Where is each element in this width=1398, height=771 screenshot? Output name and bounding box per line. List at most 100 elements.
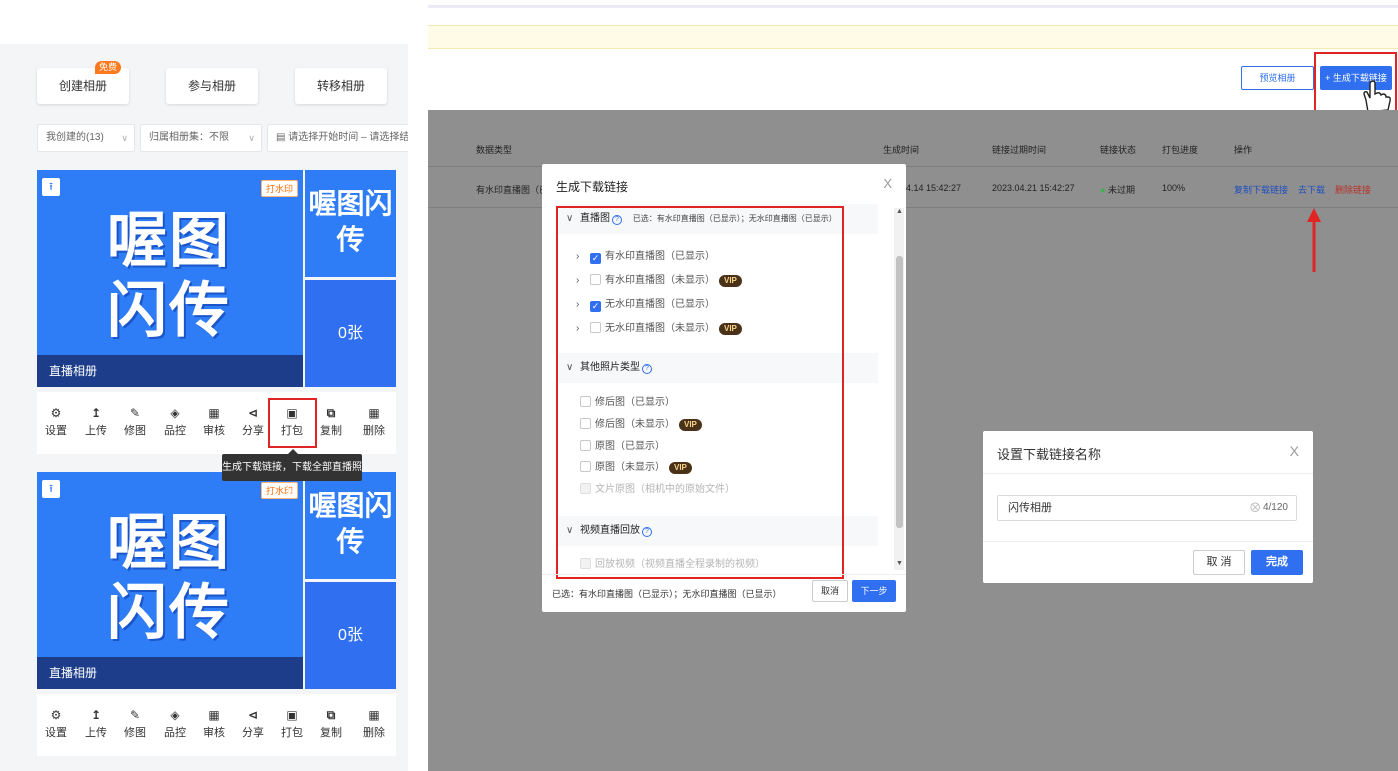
trash-icon: ▦	[368, 708, 380, 722]
pack-button-highlight	[268, 398, 317, 448]
copy-icon: ⧉	[326, 406, 336, 420]
edit-icon: ✎	[129, 708, 141, 722]
cover-title-line2: 闪传	[107, 277, 231, 344]
scroll-up-icon[interactable]: ▲	[896, 208, 903, 215]
watermark-badge: 打水印	[260, 180, 298, 197]
action-label: 复制	[320, 425, 342, 437]
done-button[interactable]: 完成	[1251, 550, 1303, 575]
cover-title-line1: 喔图	[107, 509, 231, 576]
album-card[interactable]: ⭱ 打水印 喔图 闪传 直播相册 喔图闪传 0张 ⚙ 设置 ↥ 上传 ✎ 修图 ◈ 品控…	[37, 472, 396, 762]
date-range-picker[interactable]: ▤ 请选择开始时间 – 请选择结束时	[267, 124, 408, 152]
scrollbar-thumb[interactable]	[896, 256, 903, 528]
cancel-button[interactable]: 取消	[812, 580, 848, 602]
album-cover[interactable]: ⭱ 打水印 喔图 闪传 直播相册	[37, 170, 303, 387]
char-counter-text: 4/120	[1262, 502, 1288, 513]
char-counter: ⨂ 4/120	[1250, 496, 1288, 520]
action-label: 品控	[164, 727, 186, 739]
cube-icon: ◈	[170, 406, 180, 420]
hand-pointer-icon	[1363, 80, 1391, 113]
share-icon: ⊲	[247, 406, 259, 420]
upload-icon: ↥	[90, 406, 102, 420]
link-name-input[interactable]: 闪传相册 ⨂ 4/120	[997, 495, 1297, 521]
action-label: 审核	[203, 727, 225, 739]
album-card[interactable]: ⭱ 打水印 喔图 闪传 直播相册 喔图闪传 0张 ⚙ 设置 ↥ 上传 ✎ 修图 ◈ 品控…	[37, 170, 396, 460]
delete-button[interactable]: ▦ 删除	[359, 406, 389, 438]
album-cover[interactable]: ⭱ 打水印 喔图 闪传 直播相册	[37, 472, 303, 689]
settings-button[interactable]: ⚙ 设置	[41, 708, 71, 740]
owner-filter-select[interactable]: 我创建的(13) ∨	[37, 124, 135, 152]
album-list-panel: 创建相册 免费 参与相册 转移相册 我创建的(13) ∨ 归属相册集：不限 ∨ …	[0, 44, 408, 771]
scroll-down-icon[interactable]: ▼	[896, 560, 903, 567]
notice-bar	[428, 25, 1398, 49]
upload-button[interactable]: ↥ 上传	[81, 406, 111, 438]
package-icon: ▣	[286, 708, 298, 722]
album-name: 直播相册	[37, 355, 303, 387]
upload-icon: ↥	[90, 708, 102, 722]
share-button[interactable]: ⊲ 分享	[238, 406, 268, 438]
divider	[983, 473, 1313, 474]
album-group-select[interactable]: 归属相册集：不限 ∨	[140, 124, 262, 152]
copy-button[interactable]: ⧉ 复制	[316, 708, 346, 740]
transfer-album-button[interactable]: 转移相册	[295, 68, 387, 104]
quality-control-button[interactable]: ◈ 品控	[160, 708, 190, 740]
next-step-button[interactable]: 下一步	[852, 580, 896, 602]
action-label: 分享	[242, 727, 264, 739]
col-expire-time: 链接过期时间	[992, 145, 1047, 155]
cube-icon: ◈	[170, 708, 180, 722]
create-album-label: 创建相册	[58, 79, 107, 93]
cover-title: 喔图 闪传	[107, 206, 231, 346]
action-label: 删除	[363, 425, 385, 437]
review-button[interactable]: ▦ 审核	[199, 708, 229, 740]
clear-icon[interactable]: ⨂	[1250, 502, 1263, 513]
col-operations: 操作	[1234, 145, 1253, 155]
row-type: 有水印直播图（已	[476, 185, 549, 195]
action-label: 设置	[45, 425, 67, 437]
album-action-bar: ⚙ 设置 ↥ 上传 ✎ 修图 ◈ 品控 ▦ 审核 ⊲ 分享 ▣ 打包 ⧉ 复制 ▦ 删除	[37, 694, 396, 756]
chevron-down-icon: ∨	[121, 133, 128, 143]
settings-button[interactable]: ⚙ 设置	[41, 406, 71, 438]
dialog-title: 生成下载链接	[556, 180, 629, 194]
quality-control-button[interactable]: ◈ 品控	[160, 406, 190, 438]
action-label: 上传	[85, 425, 107, 437]
pin-top-icon[interactable]: ⭱	[42, 178, 60, 196]
edit-icon: ✎	[129, 406, 141, 420]
action-label: 审核	[203, 425, 225, 437]
album-group-value: 归属相册集：不限	[149, 132, 229, 143]
row-expires: 2023.04.21 15:42:27	[992, 183, 1075, 193]
retouch-button[interactable]: ✎ 修图	[120, 708, 150, 740]
go-download-link[interactable]: 去下载	[1298, 183, 1325, 196]
copy-download-link[interactable]: 复制下载链接	[1234, 183, 1288, 196]
cover-title-line1: 喔图	[107, 207, 231, 274]
album-name: 直播相册	[37, 657, 303, 689]
album-action-bar: ⚙ 设置 ↥ 上传 ✎ 修图 ◈ 品控 ▦ 审核 ⊲ 分享 ▣ 打包 ⧉ 复制 ▦ 删除	[37, 392, 396, 454]
preview-album-button[interactable]: 预览相册	[1241, 66, 1314, 90]
delete-button[interactable]: ▦ 删除	[359, 708, 389, 740]
pin-top-icon[interactable]: ⭱	[42, 480, 60, 498]
delete-link[interactable]: 删除链接	[1335, 183, 1371, 196]
copy-button[interactable]: ⧉ 复制	[316, 406, 346, 438]
action-label: 打包	[281, 727, 303, 739]
action-label: 复制	[320, 727, 342, 739]
review-button[interactable]: ▦ 审核	[199, 406, 229, 438]
close-icon[interactable]: X	[1290, 443, 1299, 459]
pack-button[interactable]: ▣ 打包	[277, 708, 307, 740]
cancel-button[interactable]: 取 消	[1193, 550, 1245, 575]
top-divider	[428, 5, 1398, 8]
retouch-button[interactable]: ✎ 修图	[120, 406, 150, 438]
review-icon: ▦	[208, 708, 220, 722]
free-badge: 免费	[95, 61, 122, 74]
copy-icon: ⧉	[326, 708, 336, 722]
close-icon[interactable]: X	[883, 176, 892, 191]
upload-button[interactable]: ↥ 上传	[81, 708, 111, 740]
share-icon: ⊲	[247, 708, 259, 722]
create-album-button[interactable]: 创建相册 免费	[37, 61, 129, 104]
join-album-button[interactable]: 参与相册	[166, 68, 258, 104]
share-button[interactable]: ⊲ 分享	[238, 708, 268, 740]
col-link-status: 链接状态	[1100, 145, 1137, 155]
pack-tooltip: 生成下载链接，下载全部直播照片	[222, 449, 362, 500]
dialog-title: 设置下载链接名称	[997, 447, 1102, 462]
row-status-text: 未过期	[1107, 185, 1135, 195]
action-label: 修图	[124, 425, 146, 437]
options-highlight	[556, 206, 844, 579]
link-name-value: 闪传相册	[1008, 502, 1052, 514]
